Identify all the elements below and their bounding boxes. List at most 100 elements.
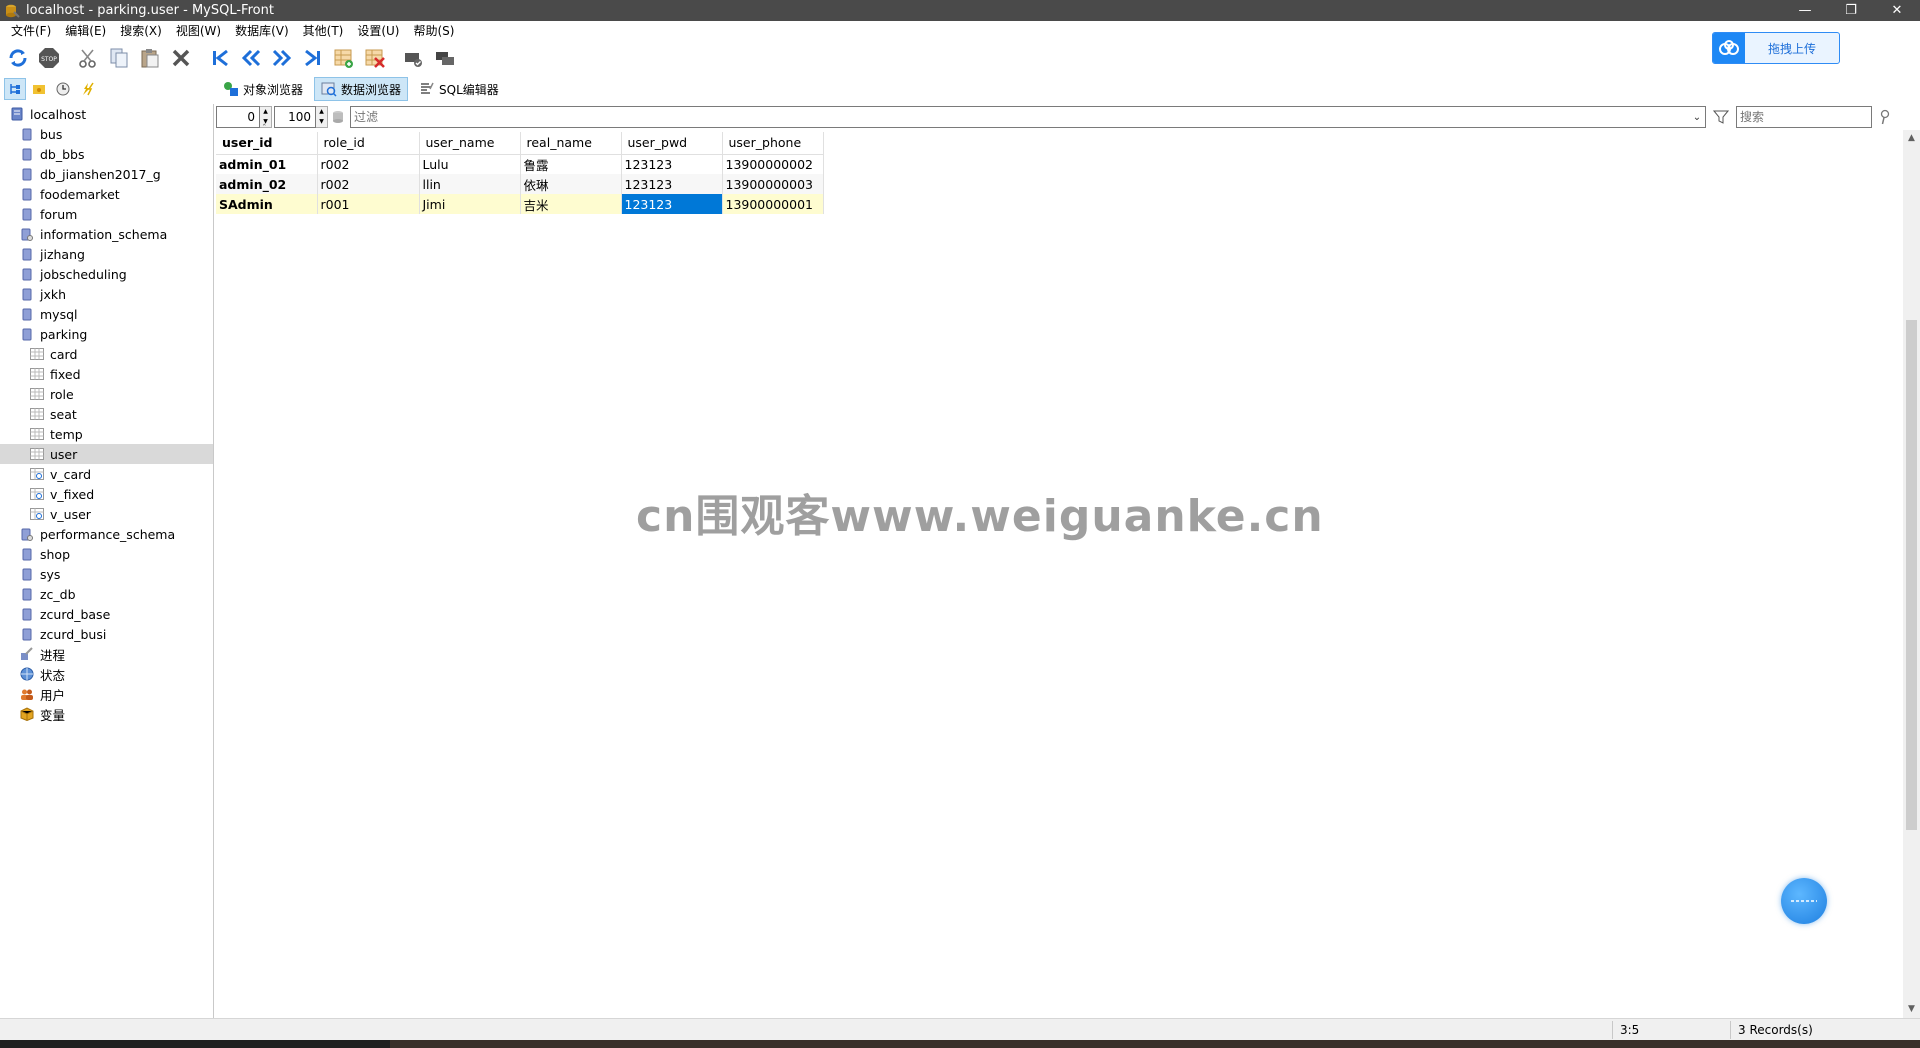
apply-filter-button[interactable] [1708,106,1734,128]
close-button[interactable]: ✕ [1874,0,1920,21]
delete-button[interactable] [167,44,195,72]
column-header-user-name[interactable]: user_name [419,132,521,155]
grid-cell[interactable]: r002 [317,154,420,174]
tree-table-role[interactable]: role [0,384,213,404]
grid-cell[interactable]: admin_02 [216,174,318,194]
table-row[interactable]: admin_01 r002 Lulu 鲁露 123123 13900000002 [216,154,824,174]
tab-object-browser[interactable]: 对象浏览器 [216,77,310,101]
filter-input[interactable] [351,107,1689,127]
search-input[interactable] [1736,106,1872,128]
table-row[interactable]: admin_02 r002 llin 依琳 123123 13900000003 [216,174,824,194]
tree-view-v-user[interactable]: v_user [0,504,213,524]
last-record-button[interactable] [299,44,327,72]
tree-table-temp[interactable]: temp [0,424,213,444]
next-page-button[interactable] [268,44,296,72]
insert-record-button[interactable] [330,44,358,72]
grid-cell[interactable]: 13900000002 [722,154,824,174]
menu-database[interactable]: 数据库(V) [228,21,296,42]
tree-table-user[interactable]: user [0,444,213,464]
grid-cell[interactable]: 吉米 [520,194,622,214]
tree-db-mysql[interactable]: mysql [0,304,213,324]
tree-variables[interactable]: 变量 [0,704,213,724]
search-button[interactable] [1876,106,1894,128]
menu-file[interactable]: 文件(F) [4,21,58,42]
grid-cell[interactable]: 13900000001 [722,194,824,214]
limit-toggle-icon[interactable] [328,110,348,124]
tree-table-card[interactable]: card [0,344,213,364]
tree-db-bus[interactable]: bus [0,124,213,144]
menu-settings[interactable]: 设置(U) [350,21,406,42]
cut-button[interactable] [74,44,102,72]
tree-status[interactable]: 状态 [0,664,213,684]
tree-processes[interactable]: 进程 [0,644,213,664]
column-header-real-name[interactable]: real_name [520,132,622,155]
grid-cell[interactable]: 123123 [621,154,723,174]
table-row[interactable]: SAdmin r001 Jimi 吉米 123123 13900000001 [216,194,824,214]
tree-db-zcurd-busi[interactable]: zcurd_busi [0,624,213,644]
previous-page-button[interactable] [237,44,265,72]
filter-combobox[interactable]: ⌄ [350,106,1706,128]
vertical-scrollbar[interactable]: ▲ ▼ [1903,130,1920,1018]
grid-cell[interactable]: Lulu [419,154,521,174]
grid-cell-selected[interactable]: 123123 [621,194,723,214]
tab-sql-editor[interactable]: SQL编辑器 [412,77,506,101]
limit-input[interactable] [274,106,316,128]
stop-button[interactable]: STOP [35,44,63,72]
tree-table-fixed[interactable]: fixed [0,364,213,384]
menu-help[interactable]: 帮助(S) [407,21,462,42]
column-header-user-id[interactable]: user_id [216,132,318,155]
menu-view[interactable]: 视图(W) [169,21,228,42]
copy-button[interactable] [105,44,133,72]
paste-button[interactable] [136,44,164,72]
menu-edit[interactable]: 编辑(E) [58,21,113,42]
favorites-button[interactable] [28,78,50,100]
links-button[interactable] [76,78,98,100]
minimize-button[interactable]: — [1782,0,1828,21]
tree-db-forum[interactable]: forum [0,204,213,224]
grid-cell[interactable]: llin [419,174,521,194]
offset-input[interactable] [216,106,260,128]
grid-cell[interactable]: 依琳 [520,174,622,194]
floating-assistant-ball[interactable] [1781,878,1827,924]
tree-db-jobscheduling[interactable]: jobscheduling [0,264,213,284]
cancel-edit-button[interactable] [431,44,459,72]
tree-view-v-fixed[interactable]: v_fixed [0,484,213,504]
tree-view-v-card[interactable]: v_card [0,464,213,484]
grid-cell[interactable]: r001 [317,194,420,214]
grid-cell[interactable]: r002 [317,174,420,194]
tree-root-localhost[interactable]: localhost [0,104,213,124]
limit-spinner[interactable]: ▲ ▼ [316,106,328,128]
scroll-thumb[interactable] [1906,320,1917,830]
tree-db-parking[interactable]: parking [0,324,213,344]
tree-db-db-bbs[interactable]: db_bbs [0,144,213,164]
grid-cell[interactable]: 123123 [621,174,723,194]
menu-other[interactable]: 其他(T) [296,21,351,42]
tab-data-browser[interactable]: 数据浏览器 [314,77,409,101]
grid-cell[interactable]: admin_01 [216,154,318,174]
tree-db-performance-schema[interactable]: performance_schema [0,524,213,544]
tree-db-jxkh[interactable]: jxkh [0,284,213,304]
grid-cell[interactable]: SAdmin [216,194,318,214]
tree-table-seat[interactable]: seat [0,404,213,424]
tree-view-button[interactable] [4,78,26,100]
chevron-down-icon[interactable]: ⌄ [1689,112,1705,123]
tree-db-shop[interactable]: shop [0,544,213,564]
scroll-up-icon[interactable]: ▲ [1903,130,1920,147]
first-record-button[interactable] [206,44,234,72]
delete-record-button[interactable] [361,44,389,72]
tree-db-information-schema[interactable]: information_schema [0,224,213,244]
column-header-role-id[interactable]: role_id [317,132,420,155]
tree-db-sys[interactable]: sys [0,564,213,584]
grid-cell[interactable]: 13900000003 [722,174,824,194]
grid-cell[interactable]: Jimi [419,194,521,214]
menu-search[interactable]: 搜索(X) [113,21,169,42]
tree-db-zcurd-base[interactable]: zcurd_base [0,604,213,624]
upload-widget[interactable]: 拖拽上传 [1712,32,1840,64]
restore-button[interactable]: ❐ [1828,0,1874,21]
tree-db-foodemarket[interactable]: foodemarket [0,184,213,204]
post-button[interactable] [400,44,428,72]
tree-db-jizhang[interactable]: jizhang [0,244,213,264]
scroll-down-icon[interactable]: ▼ [1903,1001,1920,1018]
tree-users[interactable]: 用户 [0,684,213,704]
tree-db-db-jianshen2017-g[interactable]: db_jianshen2017_g [0,164,213,184]
